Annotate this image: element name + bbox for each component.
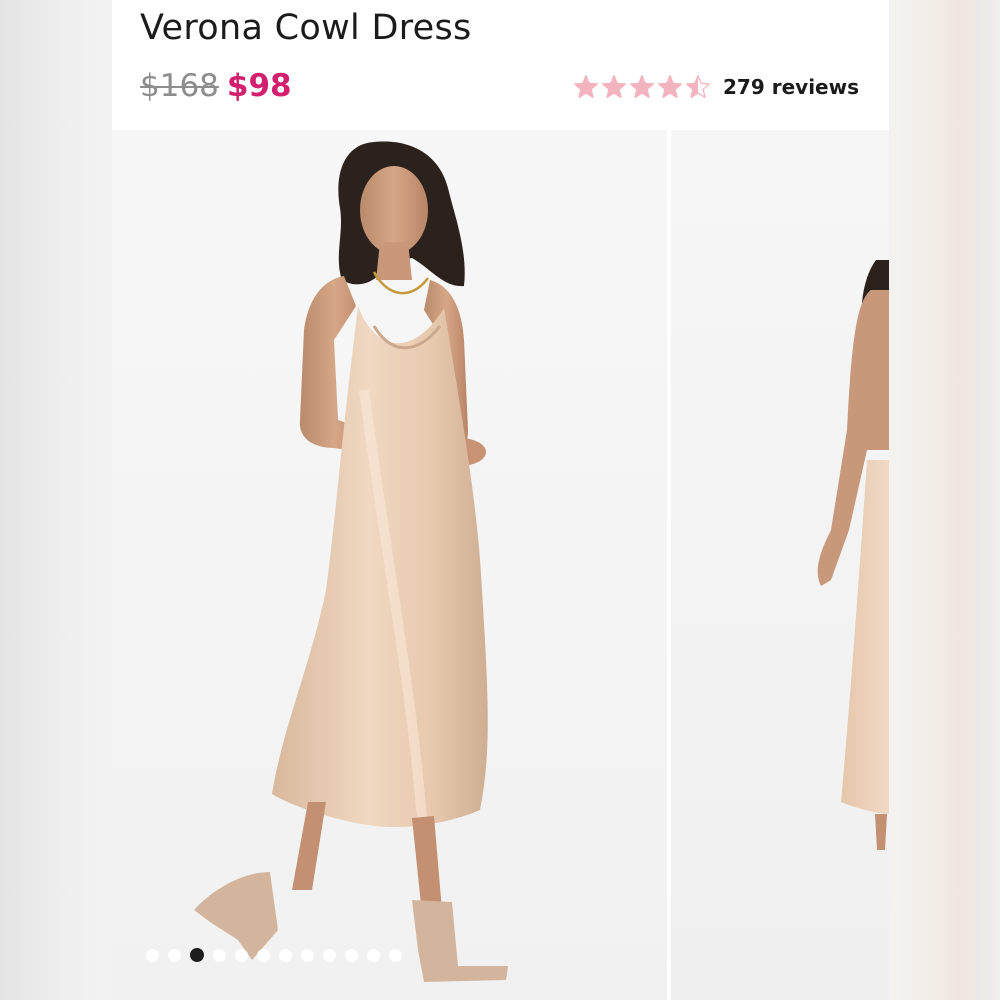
carousel-dot[interactable] <box>257 948 270 962</box>
price-block: $168 $98 <box>140 68 292 104</box>
carousel-dot[interactable] <box>213 948 226 962</box>
carousel-pagination[interactable] <box>146 948 402 962</box>
carousel-slide-next[interactable] <box>671 130 889 1000</box>
star-icon <box>573 74 599 99</box>
carousel-dot[interactable] <box>235 948 248 962</box>
background-blur-left <box>0 0 112 1000</box>
carousel-dot[interactable] <box>345 948 358 962</box>
sale-price: $98 <box>226 68 292 104</box>
model-back-photo <box>817 260 889 850</box>
carousel-dot[interactable] <box>146 948 159 962</box>
original-price: $168 <box>140 68 219 104</box>
carousel-dot[interactable] <box>301 948 314 962</box>
rating-summary[interactable]: 279 reviews <box>573 74 859 100</box>
star-icon <box>601 74 627 99</box>
half-star-icon <box>685 74 711 99</box>
reviews-link[interactable]: 279 reviews <box>723 75 859 99</box>
background-blur-right <box>889 0 1000 1000</box>
product-page: Verona Cowl Dress $168 $98 279 reviews <box>112 0 889 1000</box>
star-icon <box>629 74 655 99</box>
product-image-carousel[interactable] <box>112 130 889 1000</box>
star-icon <box>657 74 683 99</box>
carousel-dot[interactable] <box>279 948 292 962</box>
carousel-dot[interactable] <box>168 948 181 962</box>
carousel-dot[interactable] <box>389 948 402 962</box>
product-title: Verona Cowl Dress <box>140 8 472 48</box>
carousel-dot-active[interactable] <box>190 948 204 962</box>
carousel-dot[interactable] <box>367 948 380 962</box>
product-header: Verona Cowl Dress $168 $98 279 reviews <box>112 0 889 130</box>
carousel-slide-current[interactable] <box>112 130 667 1000</box>
model-front-photo <box>194 141 508 982</box>
star-rating <box>573 74 711 100</box>
carousel-dot[interactable] <box>323 948 336 962</box>
